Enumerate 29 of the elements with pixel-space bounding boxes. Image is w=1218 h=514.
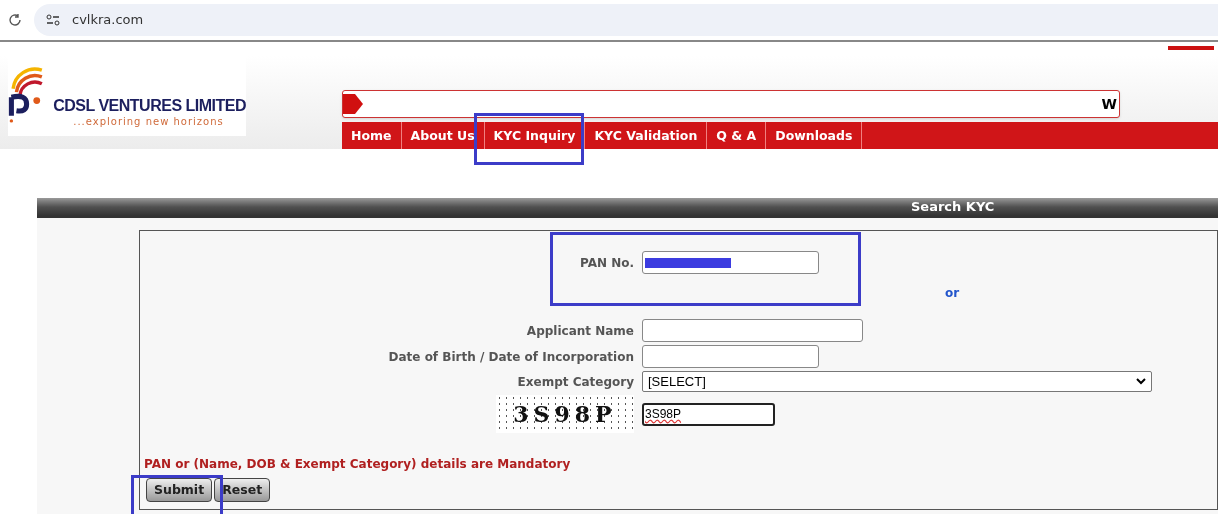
site-settings-icon[interactable] [46,14,60,26]
nav-link[interactable]: KYC Validation [585,122,708,149]
nav-link[interactable]: Home [342,122,402,149]
brand-tagline: ...exploring new horizons [72,116,225,128]
submit-button[interactable]: Submit [146,478,213,502]
field-label: Date of Birth / Date of Incorporation [387,348,634,366]
ticker-arrow-icon [343,92,363,116]
or-text: or [945,285,961,302]
captcha-image: 3S98P [496,395,634,433]
nav-link[interactable]: Q & A [707,122,767,149]
category-select[interactable]: [SELECT] [642,371,1152,392]
nav-link[interactable]: Downloads [766,122,863,149]
brand-name: CDSL VENTURES LIMITED [53,96,246,116]
field-label: PAN No. [578,254,634,272]
text-input[interactable] [642,319,863,342]
panel-title: Search KYC [911,198,995,217]
reload-icon[interactable] [8,13,22,27]
address-bar-url[interactable]: cvlkra.com [72,10,144,30]
ticker-text: W [1101,94,1118,114]
mandatory-notice: PAN or (Name, DOB & Exempt Category) details are Mandatory [144,456,572,473]
reset-button[interactable]: Reset [214,478,271,502]
field-label: Applicant Name [525,322,634,340]
captcha-input[interactable]: 3S98P [642,402,775,426]
field-label: Exempt Category [516,373,634,391]
nav-link[interactable]: About Us [401,122,485,149]
nav-link[interactable]: KYC Inquiry [484,122,586,149]
chevron-down-icon [1136,378,1146,385]
pan-input[interactable] [642,251,819,274]
text-input[interactable] [642,345,819,368]
